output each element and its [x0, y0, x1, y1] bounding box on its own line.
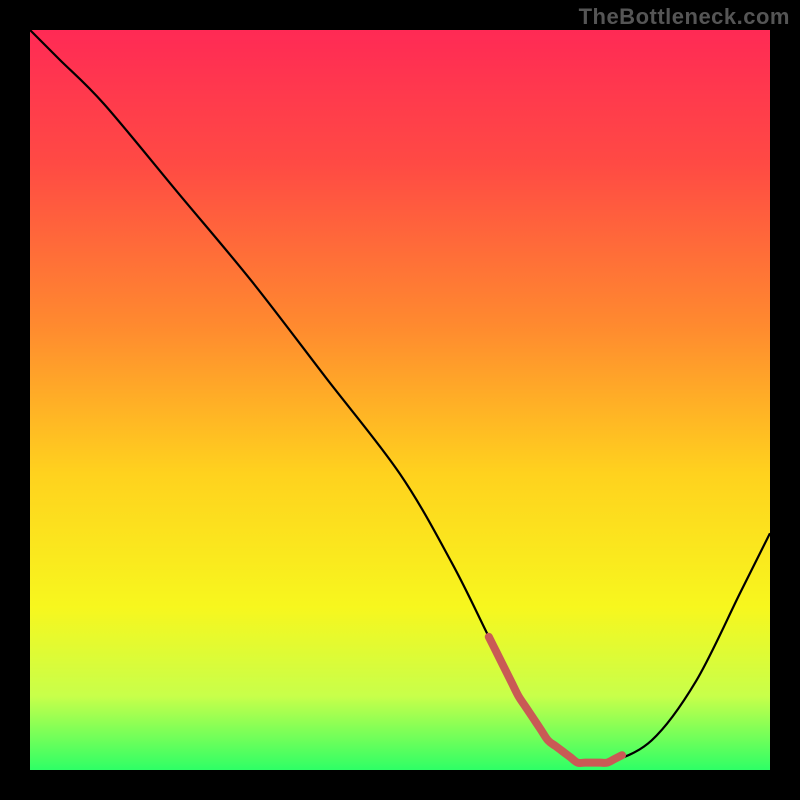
gradient-background: [30, 30, 770, 770]
plot-svg: [30, 30, 770, 770]
watermark-text: TheBottleneck.com: [579, 4, 790, 30]
chart-frame: TheBottleneck.com: [0, 0, 800, 800]
plot-area: [30, 30, 770, 770]
